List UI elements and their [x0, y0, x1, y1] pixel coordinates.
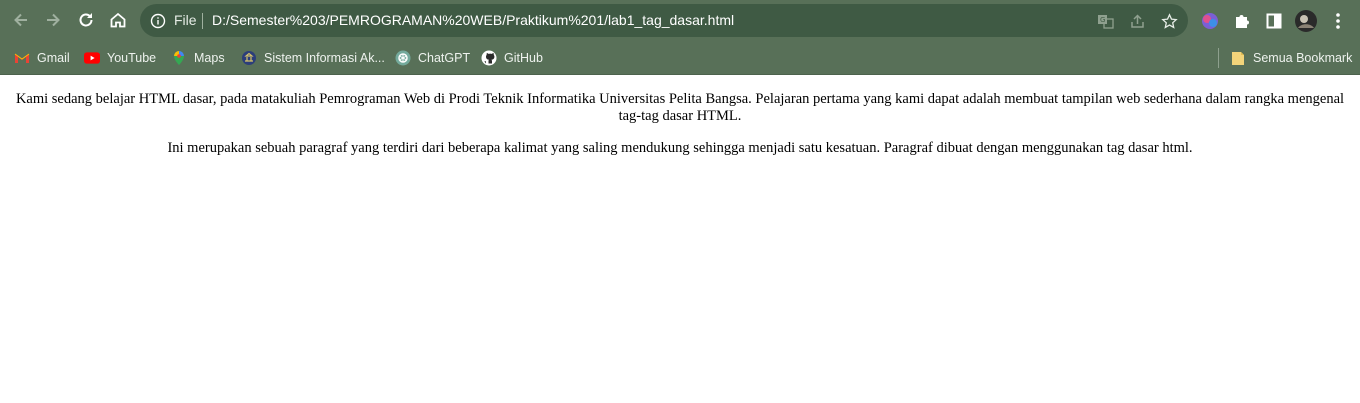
bookmark-maps[interactable]: Maps: [171, 48, 225, 68]
copilot-button[interactable]: [1197, 8, 1223, 34]
translate-icon[interactable]: G: [1095, 11, 1115, 31]
university-icon: [241, 50, 257, 66]
star-icon[interactable]: [1159, 11, 1179, 31]
kebab-menu-icon: [1336, 13, 1340, 29]
home-button[interactable]: [102, 4, 134, 36]
side-panel-button[interactable]: [1261, 8, 1287, 34]
scheme-label: File: [174, 12, 197, 28]
address-bar[interactable]: File D:/Semester%203/PEMROGRAMAN%20WEB/P…: [140, 4, 1188, 37]
github-icon: [481, 50, 497, 66]
browser-toolbar: File D:/Semester%203/PEMROGRAMAN%20WEB/P…: [0, 0, 1360, 41]
bookmark-youtube[interactable]: YouTube: [84, 48, 156, 68]
chatgpt-icon: [395, 50, 411, 66]
page-content: Kami sedang belajar HTML dasar, pada mat…: [0, 75, 1360, 157]
url-text[interactable]: D:/Semester%203/PEMROGRAMAN%20WEB/Prakti…: [212, 12, 734, 28]
copilot-icon: [1202, 13, 1218, 29]
paragraph-1: Kami sedang belajar HTML dasar, pada mat…: [15, 91, 1345, 124]
paragraph-2: Ini merupakan sebuah paragraf yang terdi…: [167, 140, 1193, 156]
maps-icon: [171, 50, 187, 66]
reload-button[interactable]: [70, 4, 102, 36]
bookmark-sistem-informasi[interactable]: Sistem Informasi Ak...: [241, 48, 385, 68]
folder-icon: [1230, 50, 1246, 66]
all-bookmarks-button[interactable]: Semua Bookmark: [1230, 48, 1352, 68]
bookmark-chatgpt[interactable]: ChatGPT: [395, 48, 470, 68]
info-icon[interactable]: [150, 13, 166, 29]
forward-button[interactable]: [37, 4, 69, 36]
bookmark-gmail[interactable]: Gmail: [14, 48, 70, 68]
omnibox-divider: [202, 13, 203, 29]
bookmark-github[interactable]: GitHub: [481, 48, 543, 68]
menu-button[interactable]: [1325, 8, 1351, 34]
reload-icon: [79, 13, 93, 27]
share-icon[interactable]: [1127, 11, 1147, 31]
back-button[interactable]: [5, 4, 37, 36]
avatar[interactable]: [1293, 8, 1319, 34]
svg-text:G: G: [1100, 16, 1105, 24]
youtube-icon: [84, 50, 100, 66]
puzzle-icon: [1236, 15, 1249, 28]
side-panel-icon: [1266, 13, 1282, 29]
bookmarks-bar: Gmail YouTube Maps Sistem Informasi Ak..…: [0, 41, 1360, 75]
gmail-icon: [14, 50, 30, 66]
bookmarks-divider: [1218, 48, 1219, 68]
arrow-left-icon: [14, 13, 27, 27]
arrow-right-icon: [47, 13, 60, 27]
home-icon: [110, 12, 126, 28]
extensions-button[interactable]: [1229, 8, 1255, 34]
